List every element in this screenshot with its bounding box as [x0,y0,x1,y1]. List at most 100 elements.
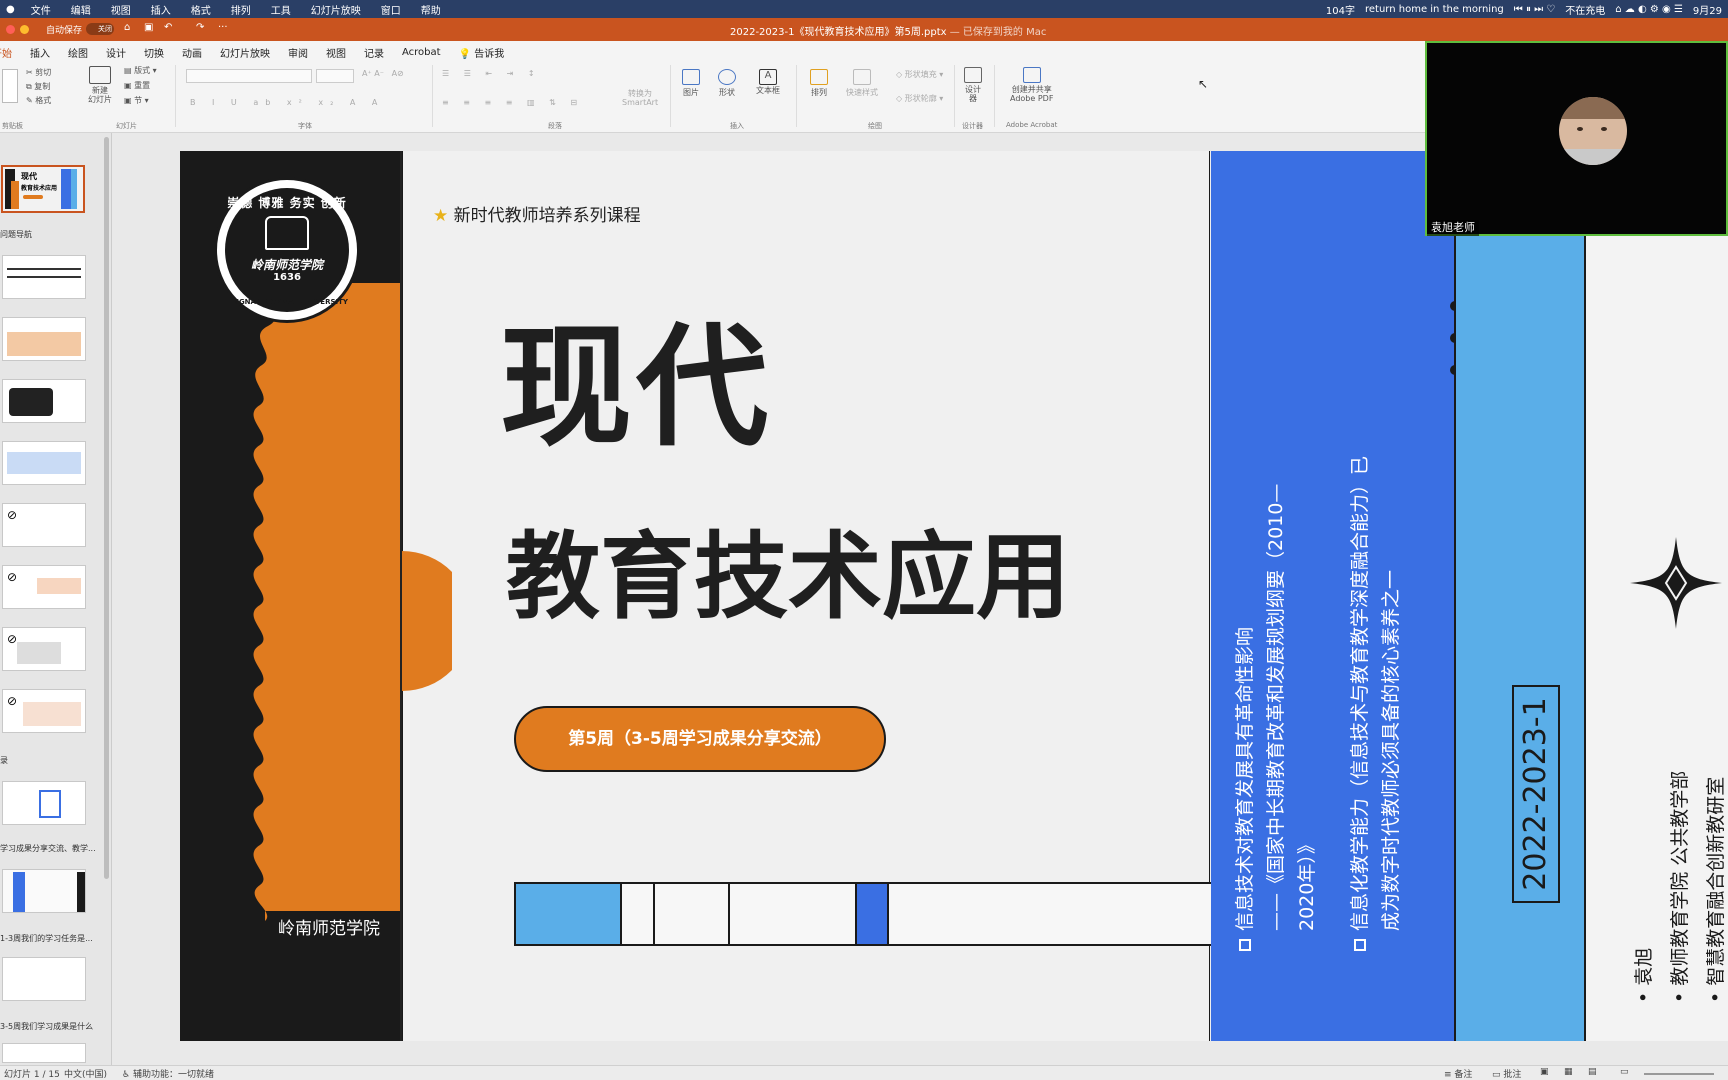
view-normal-icon[interactable]: ▣ [1540,1067,1549,1077]
thumbnail-slide-2[interactable] [2,255,86,299]
shape-button[interactable]: 形状 [718,69,736,98]
cut-button[interactable]: ✂ 剪切 [26,67,51,78]
group-paragraph: 段落 [548,122,562,130]
redo-icon[interactable]: ↷ [196,22,204,33]
date[interactable]: 9月29 [1693,2,1722,17]
section-label[interactable]: 问题导航 [0,229,32,240]
thumbnail-slide-12[interactable] [2,957,86,1001]
font-name-select[interactable] [186,69,312,83]
designer-button[interactable]: 设计 器 [964,67,982,103]
home-icon[interactable]: ⌂ [124,22,130,33]
textbox-button[interactable]: A 文本框 [756,69,780,96]
tab-record[interactable]: 记录 [355,45,393,60]
view-slideshow-icon[interactable]: ▭ [1620,1067,1629,1077]
media-controls-icon[interactable]: ⏮ ⏸ ⏭ ♡ [1514,4,1556,15]
thumbnail-slide-10[interactable] [2,781,86,825]
menu-file[interactable]: 文件 [21,2,61,17]
format-painter-button[interactable]: ✎ 格式 [26,95,51,106]
avatar-clothes [1559,149,1627,165]
menu-view[interactable]: 视图 [101,2,141,17]
section-label[interactable]: 3-5周我们学习成果是什么 [0,1021,93,1032]
undo-icon[interactable]: ↶ [164,22,172,33]
menu-window[interactable]: 窗口 [371,2,411,17]
font-size-buttons[interactable]: A⁺ A⁻ A⊘ [362,69,404,78]
bullet-2-text: 信息化教学能力（信息技术与教育教学深度融合能力）已 [1349,455,1371,931]
close-window-button[interactable] [6,25,15,34]
thumb-lightblue-bar [71,169,77,209]
menu-format[interactable]: 格式 [181,2,221,17]
list-buttons[interactable]: ☰ ☰ ⇤ ⇥ ↕ [442,69,541,78]
thumbnail-slide-3[interactable] [2,317,86,361]
apple-menu-icon[interactable]: ● [0,4,21,15]
sidebar-scrollbar[interactable] [104,137,109,879]
thumbnail-slide-5[interactable] [2,441,86,485]
thumbnail-slide-7[interactable]: ⊘ [2,565,86,609]
thumbnail-slide-13[interactable] [2,1043,86,1063]
thumbnail-slide-11[interactable] [2,869,86,913]
section-button[interactable]: ▣ 节 ▾ [124,95,149,106]
menu-arrange[interactable]: 排列 [221,2,261,17]
picture-button[interactable]: 图片 [682,69,700,98]
tab-slideshow[interactable]: 幻灯片放映 [211,45,279,60]
system-icons[interactable]: ⌂ ☁ ◐ ⚙ ◉ ☰ [1615,4,1683,15]
section-label[interactable]: 录 [0,755,8,766]
thumb-title: 现代 [21,172,37,181]
arrange-button[interactable]: 排列 [810,69,828,98]
accessibility-status[interactable]: ♿ 辅助功能：一切就绪 [122,1067,214,1080]
quick-styles-button[interactable]: 快速样式 [846,69,878,98]
autosave-toggle[interactable]: 关闭 [86,23,114,35]
tab-transitions[interactable]: 切换 [135,45,173,60]
tab-view[interactable]: 视图 [317,45,355,60]
thumbnail-slide-9[interactable]: ⊘ [2,689,86,733]
section-label[interactable]: 1-3周我们的学习任务是... [0,933,93,944]
shape-fill-button[interactable]: ◇ 形状填充 ▾ [896,69,943,80]
minimize-window-button[interactable] [20,25,29,34]
ribbon-divider [954,65,955,127]
now-playing[interactable]: return home in the morning [1365,4,1504,15]
tab-acrobat[interactable]: Acrobat [393,47,450,58]
tab-insert[interactable]: 插入 [21,45,59,60]
picture-label: 图片 [683,88,699,97]
convert-smartart-button[interactable]: 转换为 SmartArt [622,89,658,107]
slide-canvas[interactable]: 崇德 博雅 务实 创新 岭南师范学院 1636 LINGNAN NORMAL U… [180,151,1728,1041]
thumbnail-slide-8[interactable]: ⊘ [2,627,86,671]
tell-me[interactable]: 💡 告诉我 [450,45,514,60]
tab-design[interactable]: 设计 [97,45,135,60]
view-sorter-icon[interactable]: ▦ [1564,1067,1573,1077]
notes-button[interactable]: ≡ 备注 [1444,1067,1472,1080]
save-status: — 已保存到我的 Mac [949,27,1047,38]
menu-slideshow[interactable]: 幻灯片放映 [301,2,371,17]
language-indicator[interactable]: 中文(中国) [64,1067,107,1080]
slide-thumbnail-pane[interactable]: 现代 教育技术应用 问题导航 ⊘ ⊘ ⊘ ⊘ 录 学习成果分享交流、教学... … [0,133,112,1065]
series-label-wrap: ★ 新时代教师培养系列课程 [433,201,641,226]
create-pdf-button[interactable]: 创建并共享 Adobe PDF [1010,67,1053,103]
thumbnail-slide-6[interactable]: ⊘ [2,503,86,547]
zoom-slider[interactable] [1644,1073,1714,1075]
thumbnail-slide-1[interactable]: 现代 教育技术应用 [1,165,85,213]
tab-review[interactable]: 审阅 [279,45,317,60]
new-slide-button[interactable]: 新建 幻灯片 [84,66,116,104]
section-label[interactable]: 学习成果分享交流、教学... [0,843,96,854]
tab-home[interactable]: 开始 [0,45,21,60]
menu-tools[interactable]: 工具 [261,2,301,17]
font-size-select[interactable] [316,69,354,83]
shape-outline-button[interactable]: ◇ 形状轮廓 ▾ [896,93,943,104]
tab-animations[interactable]: 动画 [173,45,211,60]
layout-button[interactable]: ▤ 版式 ▾ [124,65,157,76]
tab-draw[interactable]: 绘图 [59,45,97,60]
font-style-buttons[interactable]: B I U ab x² x₂ A A [190,98,384,107]
more-icon[interactable]: ··· [218,22,228,33]
charging-status[interactable]: 不在充电 [1565,2,1605,17]
paste-button[interactable] [2,69,18,103]
menu-edit[interactable]: 编辑 [61,2,101,17]
menu-help[interactable]: 帮助 [411,2,451,17]
align-buttons[interactable]: ≡ ≡ ≡ ≡ ▥ ⇅ ⊟ [442,98,583,107]
menu-insert[interactable]: 插入 [141,2,181,17]
save-icon[interactable]: ▣ [144,22,153,33]
video-call-overlay[interactable]: 袁旭老师 [1425,41,1728,236]
reset-button[interactable]: ▣ 重置 [124,80,150,91]
view-reading-icon[interactable]: ▤ [1588,1067,1597,1077]
comments-button[interactable]: ▭ 批注 [1492,1067,1521,1080]
thumbnail-slide-4[interactable] [2,379,86,423]
copy-button[interactable]: ⧉ 复制 [26,81,50,92]
